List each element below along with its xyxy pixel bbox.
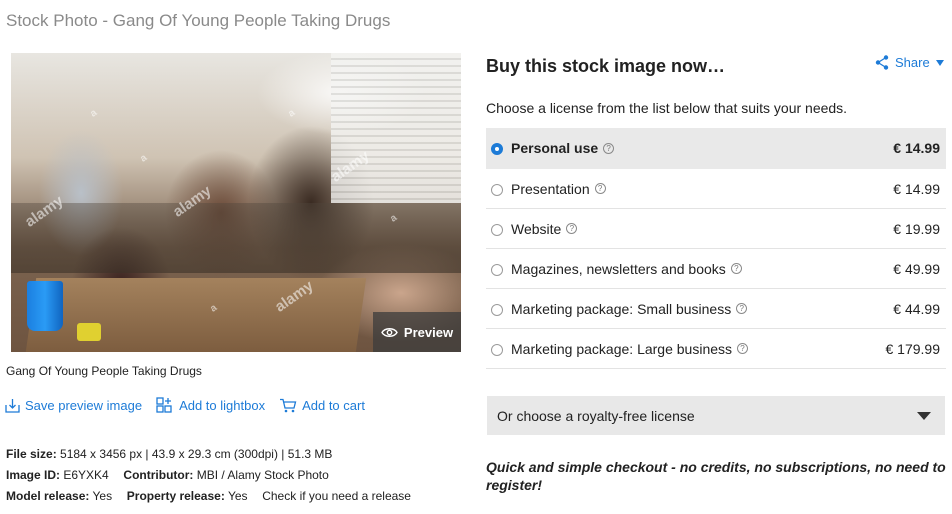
image-id-label: Image ID: — [6, 468, 61, 482]
add-to-cart-label: Add to cart — [302, 397, 365, 413]
file-size-label: File size: — [6, 447, 57, 461]
license-price: € 19.99 — [893, 220, 940, 237]
release-note-link[interactable]: Check if you need a release — [262, 489, 411, 503]
model-release-label: Model release: — [6, 489, 90, 503]
share-button[interactable]: Share — [875, 55, 944, 70]
license-radio[interactable] — [491, 263, 503, 276]
file-size-row: File size: 5184 x 3456 px | 43.9 x 29.3 … — [6, 447, 332, 461]
photo-blue-cup — [27, 281, 63, 331]
image-id-value: E6YXK4 — [63, 468, 109, 482]
preview-button[interactable]: Preview — [373, 312, 461, 352]
contributor-value: MBI / Alamy Stock Photo — [196, 468, 329, 482]
royalty-free-dropdown[interactable]: Or choose a royalty-free license — [487, 396, 945, 435]
add-to-lightbox-label: Add to lightbox — [179, 397, 266, 413]
license-list: Personal use ? € 14.99 Presentation ? € … — [486, 128, 946, 369]
chevron-down-icon — [935, 59, 944, 66]
image-caption: Gang Of Young People Taking Drugs — [6, 364, 202, 378]
help-icon[interactable]: ? — [736, 303, 748, 314]
save-preview-button[interactable]: Save preview image — [5, 397, 142, 413]
photo-blinds — [331, 53, 461, 203]
caret-down-icon — [917, 411, 931, 420]
license-price: € 44.99 — [893, 300, 940, 317]
license-price: € 49.99 — [893, 260, 940, 277]
share-icon — [875, 55, 889, 70]
cart-icon — [280, 398, 297, 412]
help-icon[interactable]: ? — [737, 343, 749, 354]
eye-icon — [381, 327, 398, 337]
license-radio[interactable] — [491, 343, 503, 356]
license-radio[interactable] — [491, 183, 503, 196]
property-release-value: Yes — [227, 489, 248, 503]
help-icon[interactable]: ? — [603, 142, 615, 154]
checkout-note: Quick and simple checkout - no credits, … — [486, 459, 946, 493]
buy-title: Buy this stock image now… — [486, 56, 726, 76]
stock-photo[interactable]: alamy alamy alamy alamy a a a a a Previe… — [11, 53, 461, 352]
download-icon — [5, 398, 20, 413]
help-icon[interactable]: ? — [594, 183, 606, 194]
license-price: € 14.99 — [893, 140, 940, 156]
contributor-label: Contributor: — [123, 468, 194, 482]
license-radio[interactable] — [491, 223, 503, 236]
license-name: Website — [511, 220, 562, 237]
license-option-marketing-small[interactable]: Marketing package: Small business ? € 44… — [486, 289, 946, 329]
license-option-magazines[interactable]: Magazines, newsletters and books ? € 49.… — [486, 249, 946, 289]
license-option-website[interactable]: Website ? € 19.99 — [486, 209, 946, 249]
page-title: Stock Photo - Gang Of Young People Takin… — [6, 11, 391, 30]
license-price: € 14.99 — [893, 180, 940, 197]
license-radio[interactable] — [491, 303, 503, 316]
save-preview-label: Save preview image — [25, 397, 143, 413]
add-to-lightbox-button[interactable]: Add to lightbox — [156, 397, 265, 413]
file-size-value: 5184 x 3456 px | 43.9 x 29.3 cm (300dpi)… — [60, 447, 333, 461]
watermark-mark: a — [138, 152, 150, 165]
watermark-mark: a — [88, 107, 100, 120]
image-id-row: Image ID: E6YXK4 Contributor: MBI / Alam… — [6, 468, 329, 482]
release-row: Model release: Yes Property release: Yes… — [6, 489, 411, 503]
license-radio[interactable] — [491, 143, 503, 155]
license-option-presentation[interactable]: Presentation ? € 14.99 — [486, 169, 946, 209]
preview-label: Preview — [403, 324, 454, 340]
license-name: Marketing package: Large business — [511, 340, 733, 357]
property-release-label: Property release: — [126, 489, 225, 503]
license-name: Marketing package: Small business — [511, 300, 732, 317]
royalty-free-label: Or choose a royalty-free license — [497, 407, 695, 424]
watermark-mark: a — [286, 107, 298, 120]
model-release-value: Yes — [92, 489, 113, 503]
lightbox-icon — [156, 397, 172, 413]
license-option-marketing-large[interactable]: Marketing package: Large business ? € 17… — [486, 329, 946, 369]
license-price: € 179.99 — [885, 340, 941, 357]
license-name: Personal use — [511, 140, 599, 156]
license-name: Magazines, newsletters and books — [511, 260, 726, 277]
help-icon[interactable]: ? — [566, 223, 578, 234]
add-to-cart-button[interactable]: Add to cart — [279, 397, 365, 413]
photo-yellow-cup — [77, 323, 101, 341]
license-instructions: Choose a license from the list below tha… — [486, 100, 848, 116]
share-label: Share — [895, 55, 930, 70]
help-icon[interactable]: ? — [730, 263, 742, 274]
license-option-personal-use[interactable]: Personal use ? € 14.99 — [486, 128, 946, 169]
image-actions: Save preview image Add to lightbox Add t… — [5, 397, 379, 413]
license-name: Presentation — [511, 180, 590, 197]
